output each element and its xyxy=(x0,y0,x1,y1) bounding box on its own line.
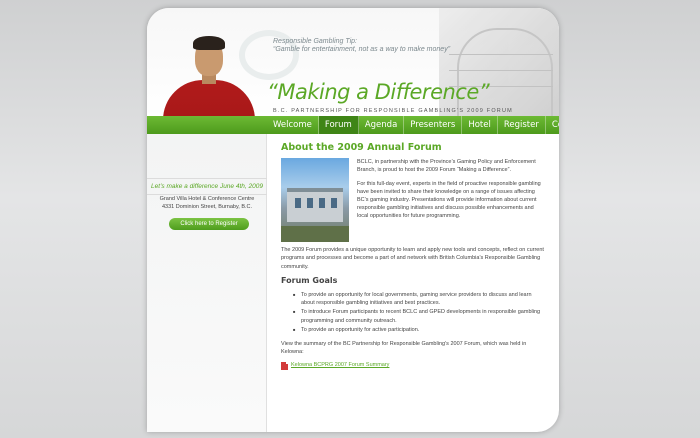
section-heading: About the 2009 Annual Forum xyxy=(281,142,442,153)
nav-register[interactable]: Register xyxy=(498,116,546,134)
nav-forum[interactable]: Forum xyxy=(318,116,359,134)
tip-label: Responsible Gambling Tip: xyxy=(273,38,357,45)
goal-item: To provide an opportunity for local gove… xyxy=(293,291,545,307)
goals-heading: Forum Goals xyxy=(281,275,338,285)
nav-contact[interactable]: Contact xyxy=(546,116,559,134)
page-container: Responsible Gambling Tip: “Gamble for en… xyxy=(147,8,559,432)
main-content: About the 2009 Annual Forum BCLC, in par… xyxy=(281,142,545,370)
tip-text: “Gamble for entertainment, not as a way … xyxy=(273,46,451,53)
nav-strip-left xyxy=(147,116,267,134)
nav-presenters[interactable]: Presenters xyxy=(404,116,463,134)
event-date: Let’s make a difference June 4th, 2009 xyxy=(147,178,267,195)
venue-address: 4331 Dominion Street, Burnaby, B.C. xyxy=(161,204,253,210)
goal-item: To introduce Forum participants to recen… xyxy=(293,308,545,324)
register-button[interactable]: Click here to Register xyxy=(169,218,249,230)
opportunity-paragraph: The 2009 Forum provides a unique opportu… xyxy=(281,247,544,270)
venue-name: Grand Villa Hotel & Conference Centre xyxy=(159,196,255,202)
pdf-link[interactable]: Kelowna BCPRG 2007 Forum Summary xyxy=(291,361,389,369)
nav-hotel[interactable]: Hotel xyxy=(462,116,498,134)
summary-text: View the summary of the BC Partnership f… xyxy=(281,341,527,356)
nav-agenda[interactable]: Agenda xyxy=(359,116,405,134)
page-title: “Making a Difference” xyxy=(267,80,490,104)
goal-item: To provide an opportunity for active par… xyxy=(293,326,545,334)
sidebar: Let’s make a difference June 4th, 2009 G… xyxy=(147,134,267,432)
main-nav: Welcome Forum Agenda Presenters Hotel Re… xyxy=(267,116,559,134)
goals-list: To provide an opportunity for local gove… xyxy=(293,291,545,334)
page-subtitle: B.C. PARTNERSHIP FOR RESPONSIBLE GAMBLIN… xyxy=(273,108,513,114)
nav-welcome[interactable]: Welcome xyxy=(267,116,319,134)
pdf-icon xyxy=(281,361,288,370)
venue-photo xyxy=(281,158,349,243)
pdf-link-row: Kelowna BCPRG 2007 Forum Summary xyxy=(281,361,545,370)
